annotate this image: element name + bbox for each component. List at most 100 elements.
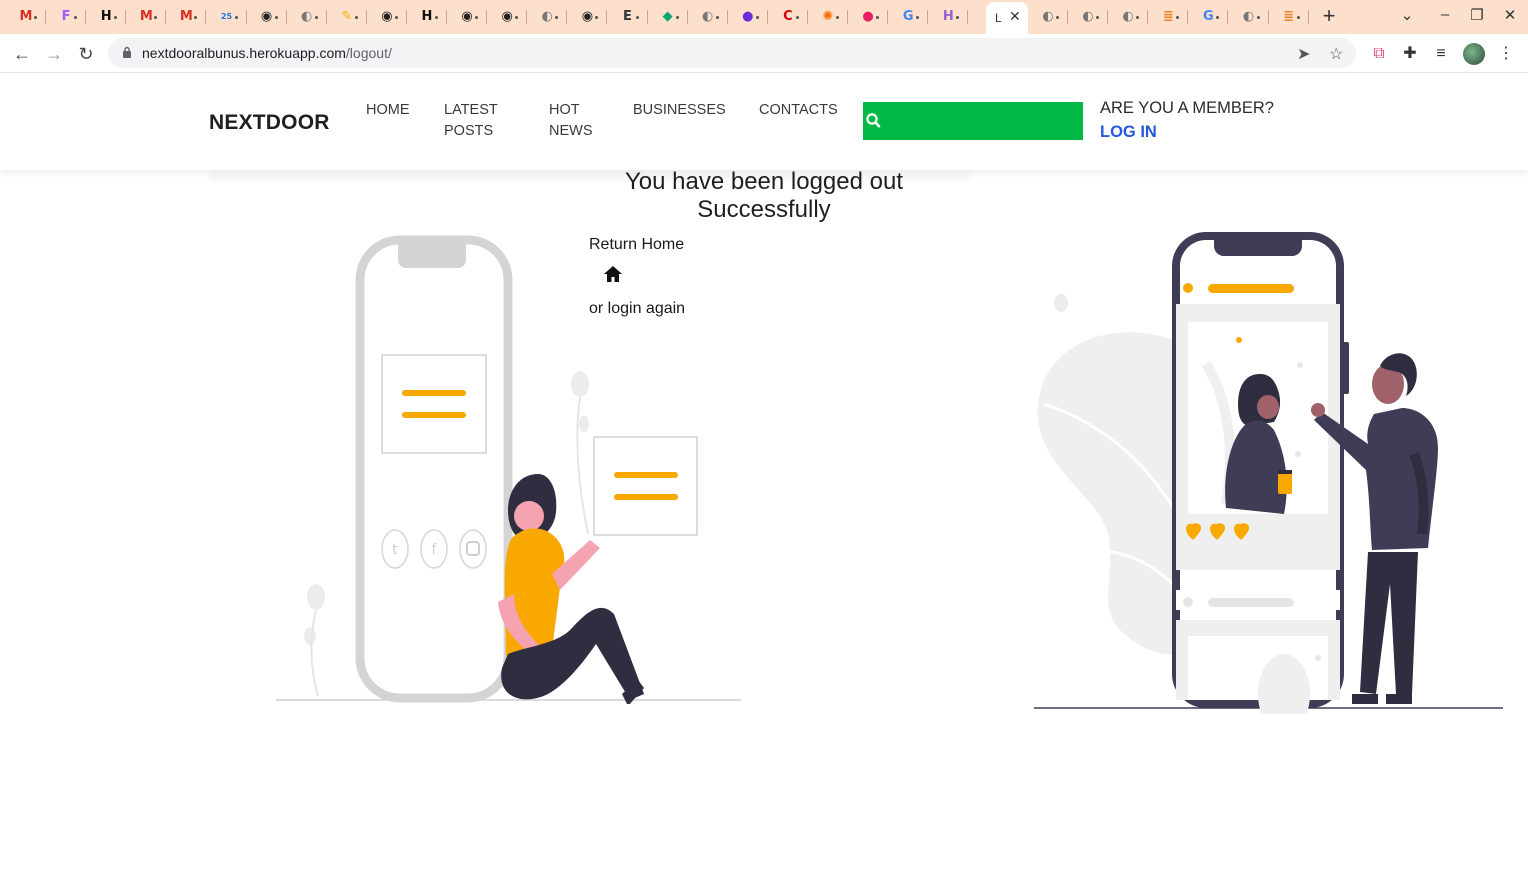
tab-overflow-dot [274,16,278,19]
browser-tab[interactable]: ≣ [1148,4,1189,30]
browser-tab[interactable]: ◐ [1028,4,1068,30]
login-again-link[interactable]: or login again [589,300,685,318]
shield-icon: ◆ [662,9,673,24]
profile-avatar[interactable] [1463,43,1485,65]
browser-tab[interactable]: 25 [207,4,247,30]
github-icon: ◉ [381,9,393,24]
new-tab-button[interactable]: + [1318,5,1340,27]
browser-tab[interactable]: ✎ [327,4,367,30]
nav-contacts[interactable]: CONTACTS [759,100,838,121]
browser-tab[interactable]: M [166,4,207,30]
tab-overflow-dot [1136,16,1140,19]
send-icon[interactable]: ➤ [1297,44,1310,64]
back-icon[interactable]: ← [10,42,34,66]
login-link[interactable]: LOG IN [1100,123,1157,142]
nav-latest-posts[interactable]: LATEST POSTS [444,100,514,142]
restore-icon[interactable]: ❐ [1467,6,1487,24]
search-icon[interactable] [863,112,881,130]
active-tab[interactable]: L ✕ [986,2,1028,34]
globe-icon: ◐ [1122,9,1134,24]
tab-overflow-dot [755,16,759,19]
globe-icon: ◐ [1082,9,1094,24]
reload-icon[interactable]: ↻ [74,42,98,66]
browser-tab[interactable]: ◐ [1068,4,1109,30]
gmail-icon: M [179,9,193,24]
google-icon: G [902,9,914,24]
browser-tab[interactable]: G [888,4,929,30]
tab-overflow-dot [1176,16,1180,19]
globe-icon: ◐ [301,9,313,24]
calendar-icon: 25 [220,12,233,21]
globe-icon: ◐ [541,9,553,24]
browser-tab[interactable]: H [407,4,447,30]
tab-overflow-dot [1096,16,1100,19]
forward-icon[interactable]: → [42,42,66,66]
browser-tab[interactable]: ● [848,4,889,30]
globe-icon: ◐ [1242,9,1255,24]
browser-tab[interactable]: ◉ [247,4,287,30]
browser-tab[interactable]: H [928,4,969,30]
home-icon[interactable] [603,265,623,283]
nav-hot-news[interactable]: HOT NEWS [549,100,599,142]
pin-icon: ✎ [341,9,353,24]
tab-overflow-dot [114,16,118,19]
tab-search-icon[interactable]: ⌄ [1397,6,1417,24]
minimize-icon[interactable]: – [1435,6,1455,23]
browser-tab[interactable]: M [6,4,46,30]
page-content: NEXTDOOR HOME LATEST POSTS HOT NEWS BUSI… [0,74,1528,873]
media-control-icon[interactable]: ≡ [1430,43,1452,65]
browser-tab[interactable]: F [46,4,87,30]
c-icon: C [783,9,793,24]
tab-overflow-dot [1216,16,1220,19]
nav-home[interactable]: HOME [366,100,410,121]
google-icon: G [1203,9,1214,24]
tab-overflow-dot [595,16,599,19]
extension-badge-icon[interactable]: ⧉ [1368,43,1390,65]
url-path: /logout/ [345,45,392,61]
browser-tab[interactable]: ● [728,4,768,30]
browser-tab[interactable]: ≣ [1269,4,1309,30]
member-question: ARE YOU A MEMBER? [1100,99,1274,117]
browser-tab[interactable]: ◐ [527,4,568,30]
browser-tab[interactable]: ◉ [487,4,528,30]
tab-overflow-dot [1296,16,1300,19]
browser-tab[interactable]: M [126,4,167,30]
extensions-puzzle-icon[interactable]: ✚ [1399,43,1421,65]
tab-overflow-dot [715,16,719,19]
tab-overflow-dot [1056,16,1059,19]
github-icon: ◉ [581,9,594,24]
browser-tab[interactable]: H [86,4,127,30]
search-input[interactable] [863,102,1083,140]
browser-tab[interactable]: ◐ [1108,4,1149,30]
tab-overflow-dot [354,16,358,19]
browser-menu-icon[interactable]: ⋮ [1495,43,1517,65]
browser-tab[interactable]: G [1188,4,1229,30]
nav-businesses[interactable]: BUSINESSES [633,100,726,121]
browser-tab[interactable]: ✺ [808,4,848,30]
site-logo[interactable]: NEXTDOOR [209,111,330,135]
close-tab-icon[interactable]: ✕ [1009,8,1021,25]
circle-icon: ● [742,9,754,24]
close-window-icon[interactable]: ✕ [1500,6,1520,24]
browser-tab[interactable]: ◉ [367,4,407,30]
browser-tab[interactable]: C [768,4,808,30]
tab-overflow-dot [435,16,438,19]
dot-icon: ● [862,9,874,24]
address-bar[interactable]: nextdooralbunus.herokuapp.com/logout/ ➤ … [108,38,1356,68]
tab-overflow-dot [34,16,37,19]
return-home-link[interactable]: Return Home [589,236,684,254]
browser-tab[interactable]: ◐ [688,4,728,30]
browser-tab[interactable]: ◐ [287,4,327,30]
hackerrank-icon: H [100,9,112,24]
bookmark-star-icon[interactable]: ☆ [1329,44,1343,64]
tab-overflow-dot [956,16,960,19]
tab-overflow-dot [916,16,920,19]
github-icon: ◉ [461,9,473,24]
tab-overflow-dot [1256,16,1260,19]
browser-tab[interactable]: ◉ [567,4,608,30]
browser-tab[interactable]: E [608,4,648,30]
site-header: NEXTDOOR HOME LATEST POSTS HOT NEWS BUSI… [0,74,1528,170]
browser-tab[interactable]: ◐ [1229,4,1269,30]
browser-tab[interactable]: ◆ [648,4,688,30]
browser-tab[interactable]: ◉ [447,4,488,30]
